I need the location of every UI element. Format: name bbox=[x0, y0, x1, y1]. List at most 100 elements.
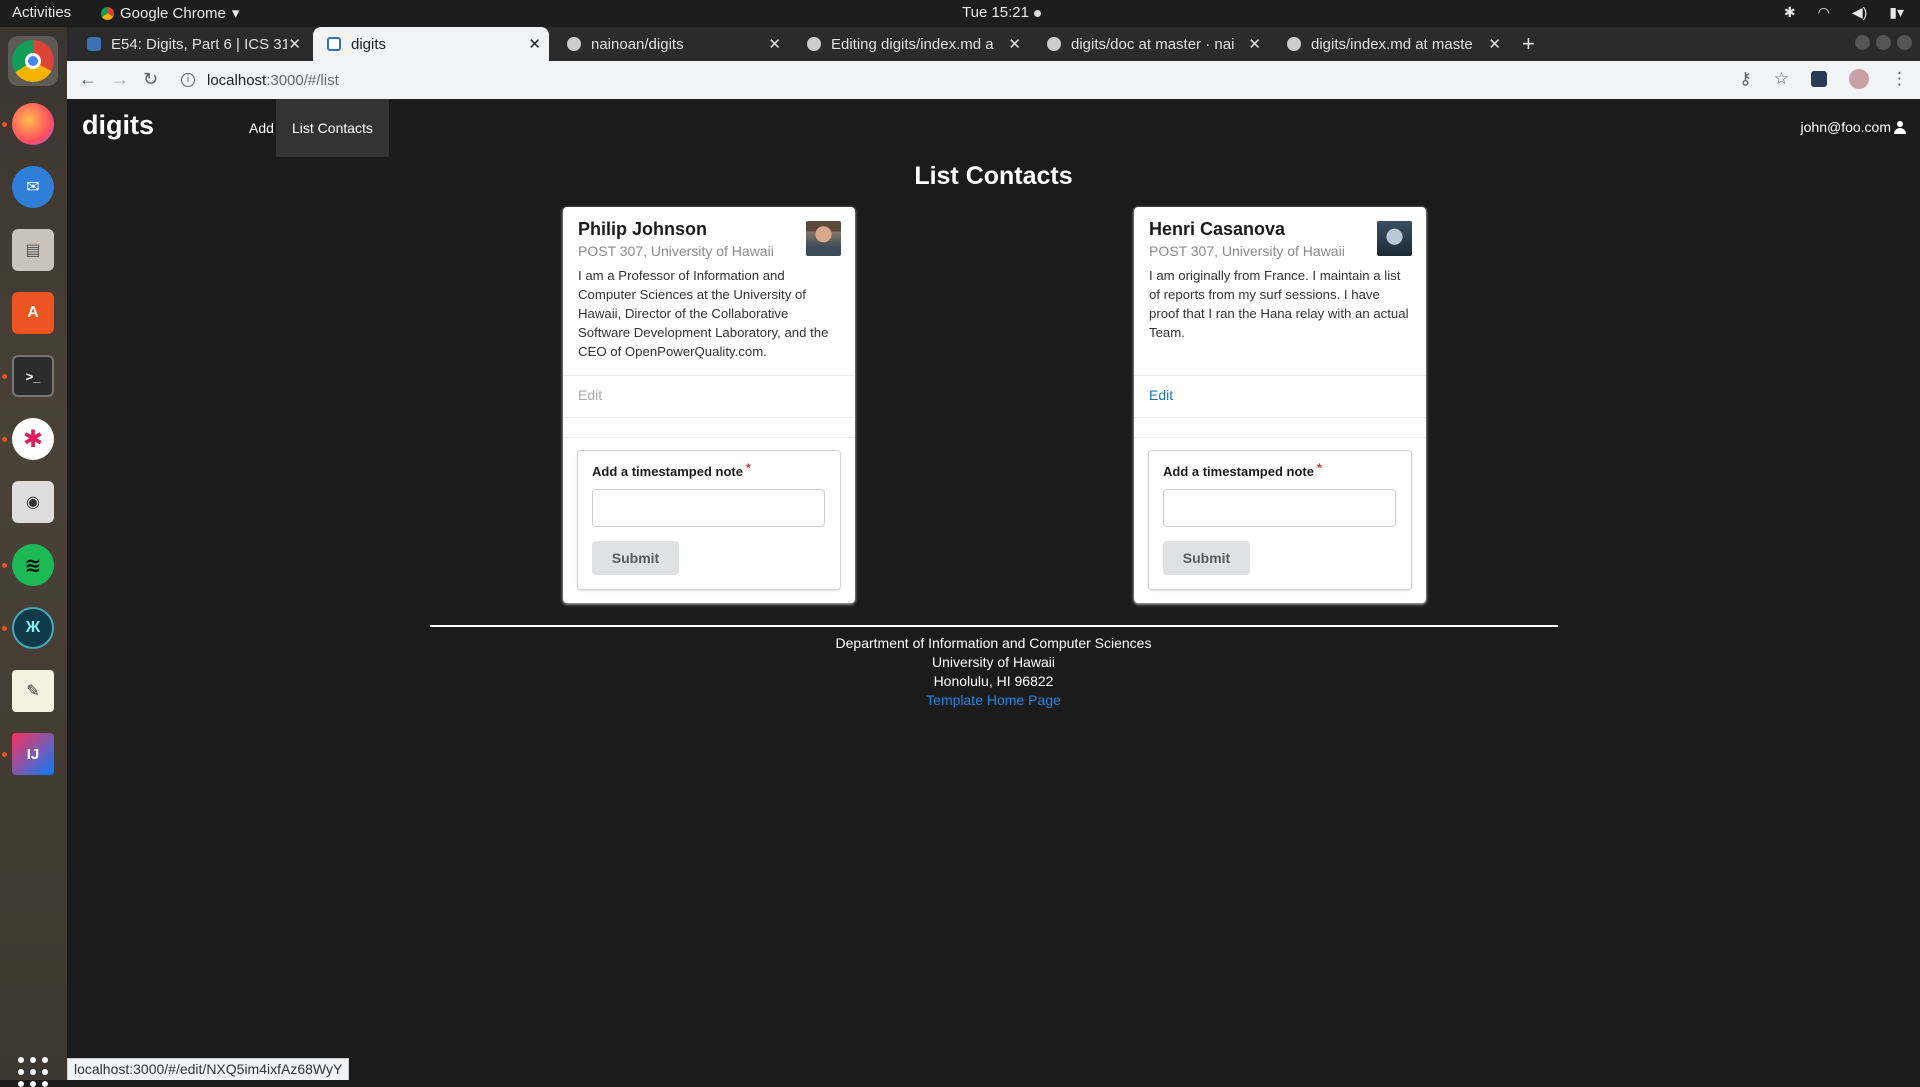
chrome-icon bbox=[12, 40, 54, 82]
edit-link[interactable]: Edit bbox=[578, 387, 602, 403]
template-home-link[interactable]: Template Home Page bbox=[67, 691, 1920, 710]
dock-intellij[interactable]: IJ bbox=[8, 729, 58, 779]
url-host: localhost bbox=[207, 71, 267, 89]
app-menu[interactable]: Google Chrome ▾ bbox=[101, 4, 239, 22]
extension-icon[interactable] bbox=[1811, 71, 1827, 87]
key-icon[interactable]: ⚷ bbox=[1739, 69, 1751, 89]
tab-favicon-icon bbox=[327, 37, 341, 51]
tab-digits-index[interactable]: digits/index.md at maste ✕ bbox=[1273, 27, 1509, 61]
dock: ✉ ▤ A >_ ✱ ◉ ≋ Ж ✎ IJ bbox=[0, 27, 67, 1087]
contact-photo bbox=[1377, 221, 1412, 256]
profile-avatar[interactable] bbox=[1849, 69, 1869, 89]
maximize-icon[interactable] bbox=[1876, 35, 1891, 50]
minimize-icon[interactable] bbox=[1855, 35, 1870, 50]
terminal-icon: >_ bbox=[12, 355, 54, 397]
close-icon[interactable]: ✕ bbox=[1008, 35, 1021, 53]
tab-ics314[interactable]: E54: Digits, Part 6 | ICS 31 ✕ bbox=[73, 27, 309, 61]
files-icon: ▤ bbox=[12, 229, 54, 271]
submit-button[interactable]: Submit bbox=[1163, 541, 1250, 575]
dock-spotify[interactable]: ≋ bbox=[8, 540, 58, 590]
dock-firefox[interactable] bbox=[8, 99, 58, 149]
new-tab-icon[interactable]: + bbox=[1522, 31, 1535, 57]
tab-title: digits/index.md at maste bbox=[1311, 35, 1473, 53]
dock-terminal[interactable]: >_ bbox=[8, 351, 58, 401]
github-icon bbox=[567, 37, 581, 51]
dock-gitkraken[interactable]: Ж bbox=[8, 603, 58, 653]
brand-link[interactable]: digits bbox=[82, 110, 154, 141]
tab-strip: E54: Digits, Part 6 | ICS 31 ✕ digits ✕ … bbox=[67, 27, 1920, 61]
toolbar-actions: ⚷ ☆ ⋮ bbox=[1739, 69, 1908, 89]
required-asterisk-icon: * bbox=[745, 461, 751, 475]
back-icon[interactable]: ← bbox=[79, 69, 97, 90]
contact-photo bbox=[806, 221, 841, 256]
contact-card: Philip Johnson POST 307, University of H… bbox=[563, 207, 855, 603]
browser-toolbar: ← → ↻ i localhost:3000/#/list ⚷ ☆ ⋮ bbox=[67, 61, 1920, 99]
address-bar[interactable]: i localhost:3000/#/list bbox=[181, 65, 1821, 95]
notification-dot-icon bbox=[1034, 9, 1041, 17]
app-menu-label: Google Chrome bbox=[120, 4, 226, 22]
status-bar-url: localhost:3000/#/edit/NXQ5im4ixfAz68WyY bbox=[67, 1058, 350, 1080]
forward-icon[interactable]: → bbox=[111, 69, 129, 90]
close-icon[interactable]: ✕ bbox=[528, 35, 541, 53]
footer-line: Honolulu, HI 96822 bbox=[933, 673, 1054, 689]
tab-editing-index[interactable]: Editing digits/index.md a ✕ bbox=[793, 27, 1029, 61]
user-email: john@foo.com bbox=[1800, 119, 1891, 135]
dock-slack[interactable]: ✱ bbox=[8, 414, 58, 464]
close-icon[interactable]: ✕ bbox=[288, 35, 301, 53]
thunderbird-icon: ✉ bbox=[12, 166, 54, 208]
browser-chrome: E54: Digits, Part 6 | ICS 31 ✕ digits ✕ … bbox=[67, 27, 1920, 99]
tab-digits[interactable]: digits ✕ bbox=[313, 27, 549, 61]
user-icon bbox=[1894, 121, 1906, 134]
note-input[interactable] bbox=[1163, 489, 1396, 527]
dock-chrome[interactable] bbox=[8, 36, 58, 86]
nav-list-contacts[interactable]: List Contacts bbox=[276, 99, 389, 157]
divider bbox=[1134, 417, 1426, 418]
show-applications-icon[interactable] bbox=[18, 1057, 48, 1087]
footer-line: Department of Information and Computer S… bbox=[835, 635, 1152, 651]
note-label-text: Add a timestamped note bbox=[1163, 464, 1314, 479]
dock-software[interactable]: A bbox=[8, 288, 58, 338]
battery-icon: ▮▾ bbox=[1889, 4, 1904, 20]
menu-icon[interactable]: ⋮ bbox=[1891, 69, 1908, 89]
window-controls bbox=[1855, 35, 1912, 50]
tab-title: E54: Digits, Part 6 | ICS 31 bbox=[111, 35, 287, 53]
url-path: :3000/#/list bbox=[266, 71, 339, 89]
dock-files[interactable]: ▤ bbox=[8, 225, 58, 275]
tab-digits-doc[interactable]: digits/doc at master · nai ✕ bbox=[1033, 27, 1269, 61]
running-indicator bbox=[2, 122, 7, 127]
clock[interactable]: Tue 15:21 bbox=[962, 4, 1041, 21]
close-icon[interactable]: ✕ bbox=[768, 35, 781, 53]
submit-button[interactable]: Submit bbox=[592, 541, 679, 575]
firefox-icon bbox=[12, 103, 54, 145]
edit-link[interactable]: Edit bbox=[1149, 387, 1173, 403]
dock-thunderbird[interactable]: ✉ bbox=[8, 162, 58, 212]
dock-text-editor[interactable]: ✎ bbox=[8, 666, 58, 716]
tab-favicon-icon bbox=[87, 37, 101, 51]
user-menu[interactable]: john@foo.com bbox=[1801, 119, 1906, 135]
tab-title: Editing digits/index.md a bbox=[831, 35, 994, 53]
dock-screenshot[interactable]: ◉ bbox=[8, 477, 58, 527]
divider bbox=[563, 417, 855, 418]
tab-title: digits/doc at master · nai bbox=[1071, 35, 1235, 53]
app-navbar: digits Add Contact List Contacts john@fo… bbox=[67, 99, 1920, 157]
note-input[interactable] bbox=[592, 489, 825, 527]
activities-button[interactable]: Activities bbox=[12, 4, 71, 21]
system-tray[interactable]: ✱ ◠ ◀) ▮▾ bbox=[1784, 4, 1904, 21]
contact-address: POST 307, University of Hawaii bbox=[1149, 243, 1345, 259]
close-icon[interactable]: ✕ bbox=[1248, 35, 1261, 53]
chrome-icon bbox=[101, 6, 114, 20]
tab-github-nainoan[interactable]: nainoan/digits ✕ bbox=[553, 27, 789, 61]
text-editor-icon: ✎ bbox=[12, 670, 54, 712]
close-window-icon[interactable] bbox=[1897, 35, 1912, 50]
info-icon[interactable]: i bbox=[181, 73, 195, 87]
close-icon[interactable]: ✕ bbox=[1488, 35, 1501, 53]
divider bbox=[563, 375, 855, 376]
volume-icon: ◀) bbox=[1851, 4, 1868, 20]
system-top-bar: Activities Google Chrome ▾ Tue 15:21 ✱ ◠… bbox=[0, 0, 1920, 27]
slack-tray-icon[interactable]: ✱ bbox=[1784, 4, 1796, 21]
reload-icon[interactable]: ↻ bbox=[143, 69, 158, 90]
running-indicator bbox=[2, 563, 7, 568]
contact-name: Philip Johnson bbox=[578, 219, 707, 239]
footer: Department of Information and Computer S… bbox=[67, 634, 1920, 710]
star-icon[interactable]: ☆ bbox=[1774, 69, 1789, 89]
